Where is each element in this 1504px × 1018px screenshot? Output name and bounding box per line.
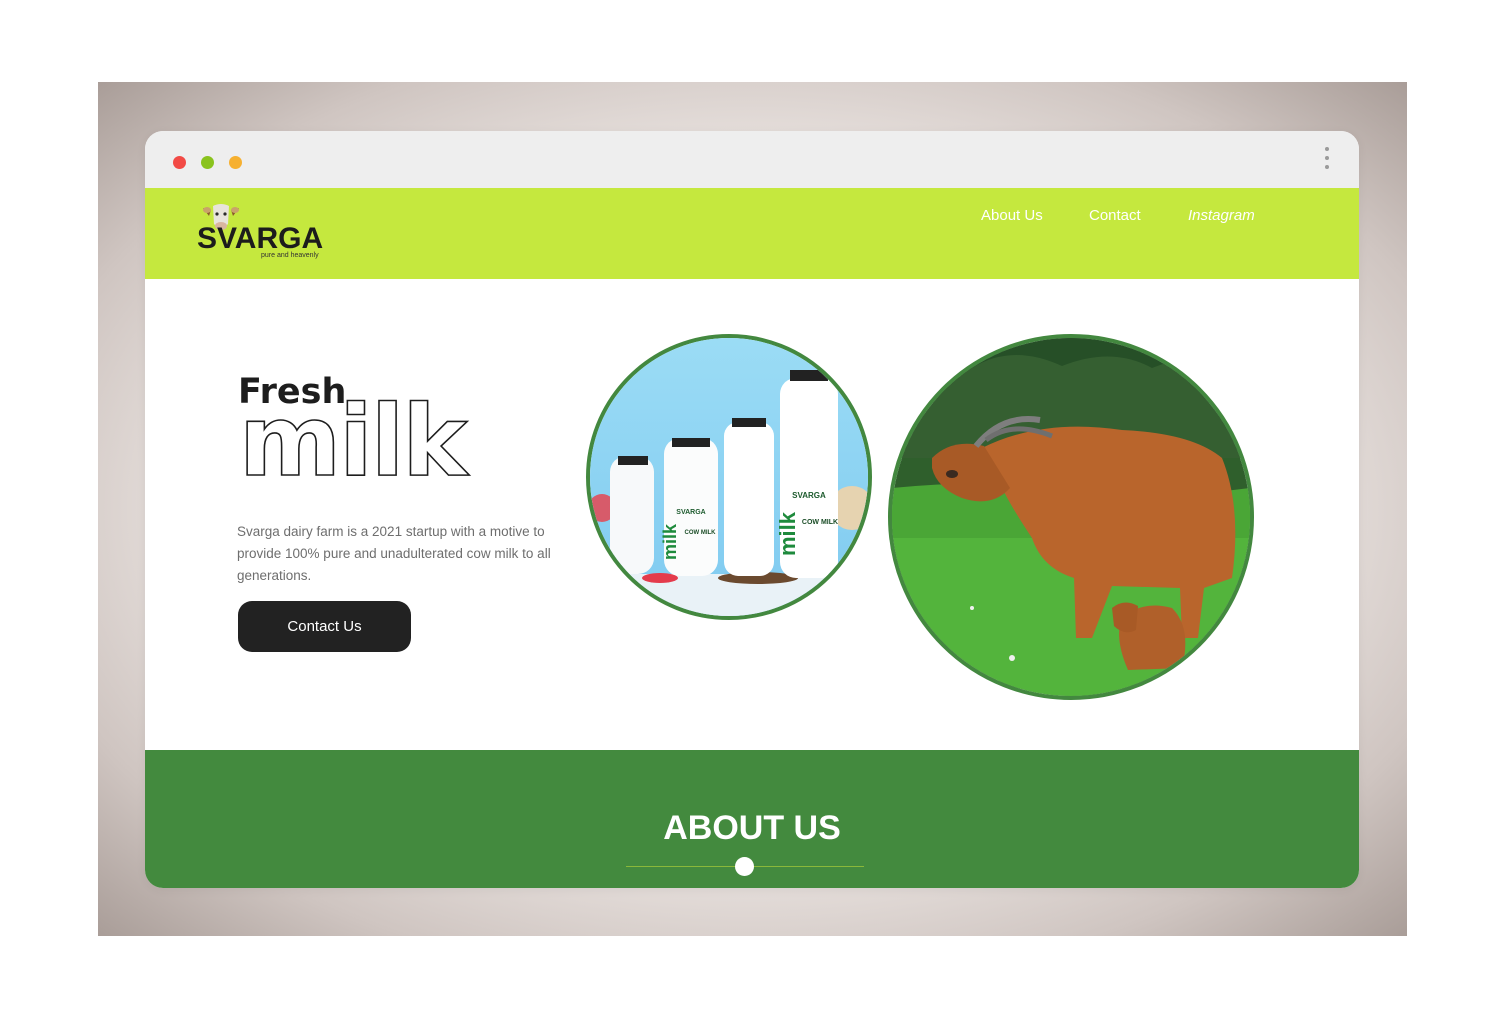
- svg-text:milk: milk: [775, 511, 800, 556]
- brand-wordmark: SVARGA: [197, 222, 324, 255]
- kebab-menu-icon[interactable]: [1319, 147, 1335, 173]
- about-title: ABOUT US: [663, 809, 841, 847]
- about-divider-dot: [735, 857, 754, 876]
- minimize-window-dot[interactable]: [201, 156, 214, 169]
- bottle-milk-word: milk: [660, 523, 680, 560]
- hero-description: Svarga dairy farm is a 2021 startup with…: [237, 523, 551, 583]
- svg-text:COW MILK: COW MILK: [802, 519, 838, 526]
- nav-instagram[interactable]: Instagram: [1188, 207, 1255, 224]
- close-window-dot[interactable]: [173, 156, 186, 169]
- hero-title-milk: milk: [238, 385, 468, 499]
- bottle-product-label: COW MILK: [685, 530, 717, 536]
- brand-tagline: pure and heavenly: [261, 252, 319, 259]
- browser-window: SVARGA pure and heavenly About Us Contac…: [145, 131, 1359, 888]
- bottle-brand-label: SVARGA: [676, 509, 705, 516]
- maximize-window-dot[interactable]: [229, 156, 242, 169]
- svg-text:SVARGA: SVARGA: [792, 491, 826, 500]
- cow-photo-image: [888, 334, 1254, 700]
- about-section: ABOUT US: [145, 750, 1359, 888]
- milk-bottles-image: SVARGA milk COW MILK SVARGA milk COW MIL…: [586, 334, 872, 620]
- contact-us-button[interactable]: Contact Us: [238, 601, 411, 652]
- brand-logo[interactable]: SVARGA pure and heavenly: [195, 200, 335, 262]
- nav-about-us[interactable]: About Us: [981, 207, 1043, 224]
- window-titlebar: [145, 131, 1359, 188]
- site-navbar: SVARGA pure and heavenly About Us Contac…: [145, 188, 1359, 279]
- nav-contact[interactable]: Contact: [1089, 207, 1141, 224]
